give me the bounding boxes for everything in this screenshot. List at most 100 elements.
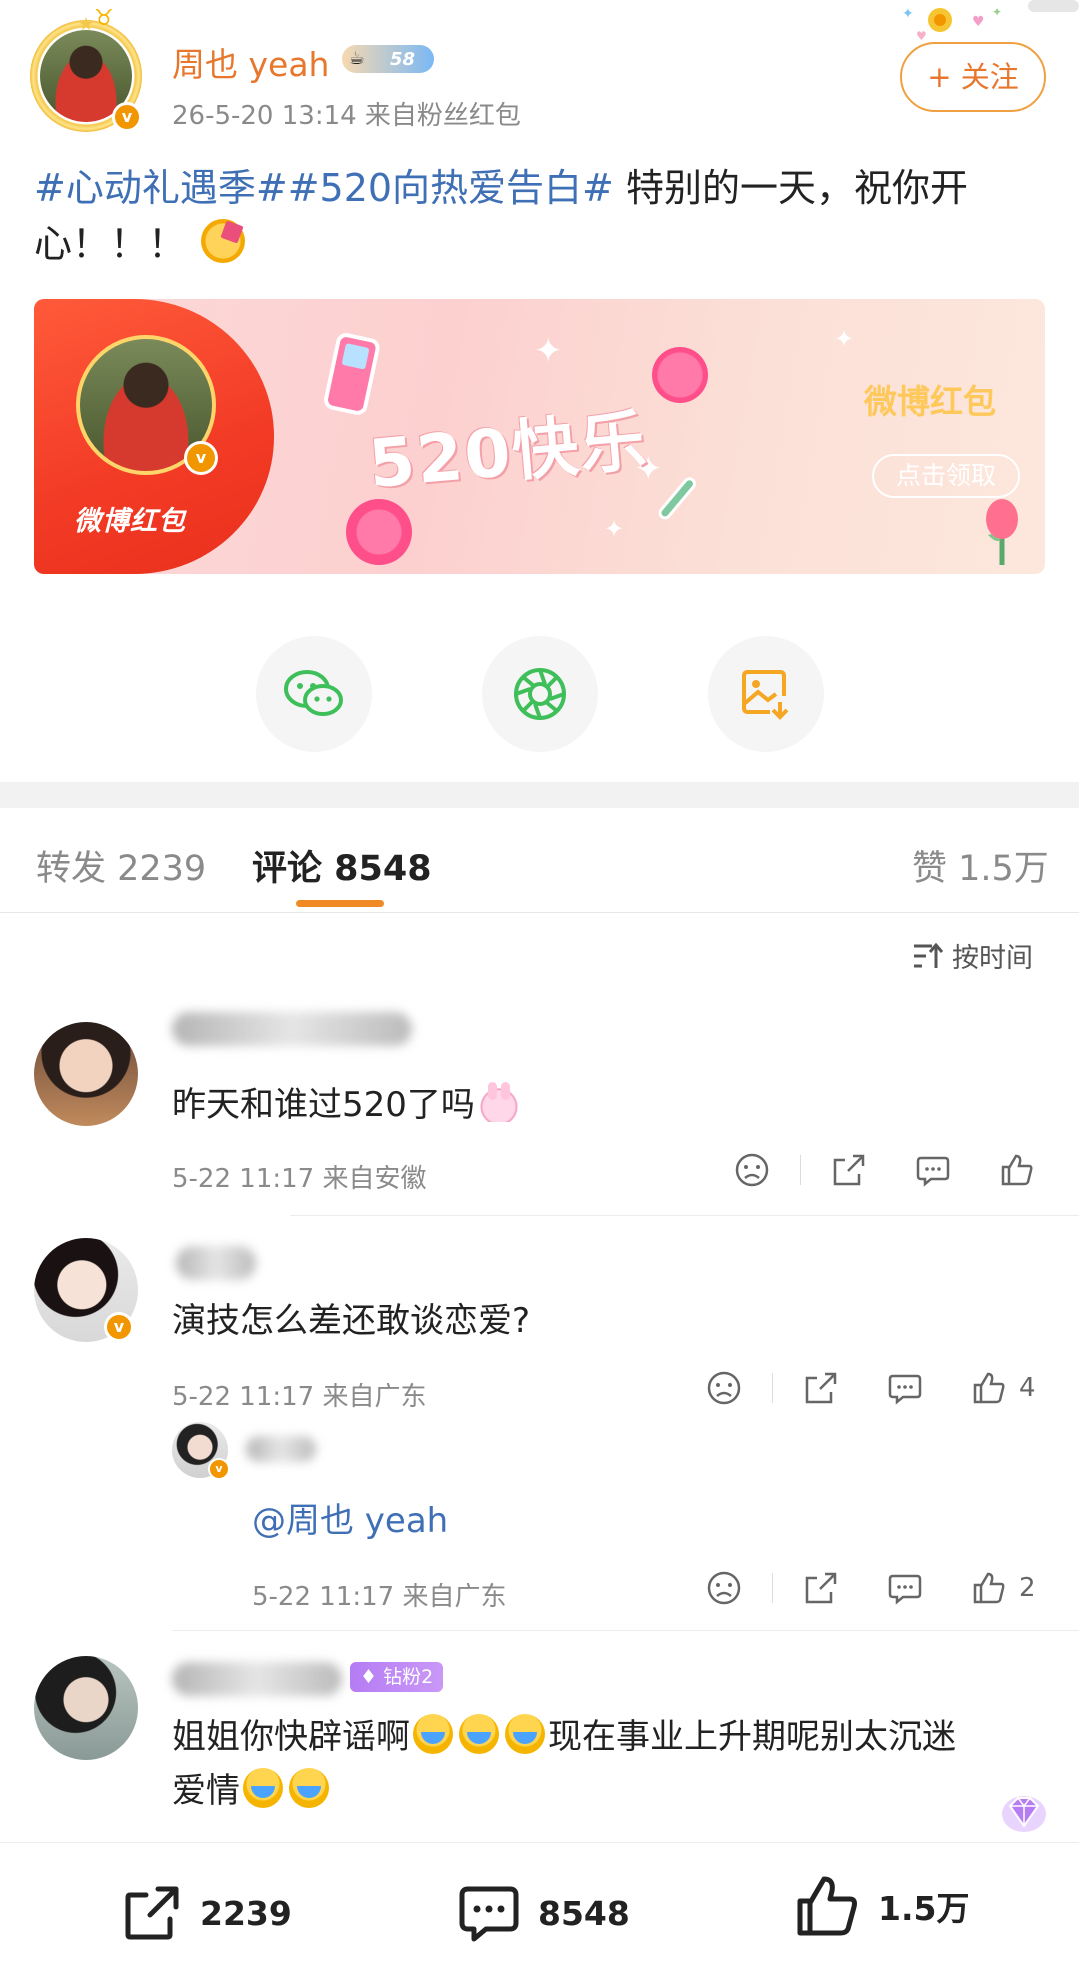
- commenter-avatar[interactable]: [34, 1656, 138, 1760]
- comment-bubble-icon: [459, 1886, 519, 1942]
- share-moments-button[interactable]: [482, 636, 598, 752]
- commenter-avatar[interactable]: [34, 1022, 138, 1126]
- like-post-button[interactable]: 1.5万: [794, 1873, 969, 1939]
- action-divider: [772, 1573, 773, 1603]
- share-icon: [805, 1572, 837, 1604]
- reply-button[interactable]: [887, 1570, 923, 1606]
- comment-bubble-icon: [916, 1156, 950, 1187]
- tab-comments[interactable]: 评论 8548: [252, 840, 432, 891]
- thumbs-up-icon: [973, 1372, 1005, 1404]
- brush-sticker-icon: [658, 477, 696, 520]
- repost-count: 2239: [200, 1893, 292, 1933]
- tulip-icon: [986, 499, 1018, 565]
- reply-button[interactable]: [915, 1152, 951, 1188]
- comment-button[interactable]: 8548: [458, 1883, 630, 1943]
- topic-link[interactable]: #520向热爱告白#: [288, 166, 614, 210]
- like-count: 2: [1019, 1573, 1036, 1603]
- comment-divider: [172, 1630, 1079, 1631]
- frown-face-icon: [707, 1571, 741, 1605]
- card-title: 520快乐: [365, 401, 652, 504]
- post-header: v ★ ♉ 周也 yeah ☕ 58 26-5-20 13:14 来自粉丝红包 …: [0, 0, 1079, 150]
- sort-by-time-toggle[interactable]: 按时间: [912, 936, 1033, 975]
- follow-button[interactable]: + 关注: [900, 42, 1046, 112]
- share-icon: [833, 1154, 865, 1186]
- moments-icon: [514, 668, 566, 720]
- level-badge[interactable]: ☕ 58: [342, 45, 434, 73]
- comment-actions: [734, 1152, 1035, 1188]
- frown-face-icon: [707, 1371, 741, 1405]
- flip-phone-icon: [324, 333, 380, 415]
- comment-meta: 5-22 11:17 来自安徽: [172, 1164, 427, 1194]
- like-count: 1.5万: [878, 1889, 970, 1928]
- action-divider: [800, 1155, 801, 1185]
- author-avatar[interactable]: v ★ ♉: [30, 6, 142, 132]
- level-number: 58: [390, 48, 416, 70]
- comment-meta: 5-22 11:17 来自广东: [172, 1382, 427, 1412]
- comment-text: 昨天和谁过520了吗: [172, 1078, 519, 1132]
- section-separator: [0, 782, 1079, 808]
- commenter-name-blurred[interactable]: [172, 1012, 412, 1046]
- share-comment-button[interactable]: [803, 1370, 839, 1406]
- sort-icon: [914, 942, 944, 968]
- commenter-name-blurred[interactable]: [176, 1246, 256, 1280]
- share-comment-button[interactable]: [803, 1570, 839, 1606]
- thumbs-up-icon: [797, 1876, 857, 1936]
- verified-badge-icon: v: [184, 441, 218, 475]
- author-name[interactable]: 周也 yeah: [172, 38, 329, 86]
- reply-text: @周也 yeah: [252, 1494, 448, 1548]
- heart-sticker-icon: [346, 499, 412, 565]
- svg-text:♥: ♥: [916, 29, 927, 43]
- partying-face-emoji-icon: [201, 219, 246, 263]
- share-wechat-button[interactable]: [256, 636, 372, 752]
- dislike-button[interactable]: [734, 1152, 770, 1188]
- verified-badge-icon: v: [104, 1312, 134, 1342]
- verified-badge-icon: v: [208, 1458, 230, 1480]
- dislike-button[interactable]: [706, 1370, 742, 1406]
- tab-likes[interactable]: 赞 1.5万: [912, 840, 1049, 891]
- reply-name-blurred[interactable]: [246, 1436, 316, 1462]
- loudly-crying-face-emoji-icon: [459, 1714, 499, 1754]
- loudly-crying-face-emoji-icon: [289, 1768, 329, 1808]
- comment-actions: 4: [706, 1370, 1036, 1406]
- like-button[interactable]: 2: [971, 1570, 1036, 1606]
- decoration-stickers-icon: ✦ ♥ ✦ ♥: [902, 0, 1079, 43]
- topic-link[interactable]: #心动礼遇季#: [34, 166, 288, 210]
- comment-bubble-icon: [888, 1574, 922, 1605]
- thumbs-up-icon: [973, 1572, 1005, 1604]
- sort-label: 按时间: [952, 943, 1033, 974]
- thumbs-up-icon: [1001, 1154, 1033, 1186]
- frown-face-icon: [735, 1153, 769, 1187]
- reply-button[interactable]: [887, 1370, 923, 1406]
- fan-level-badge: ♦ 钻粉2: [350, 1662, 444, 1692]
- like-count: 4: [1019, 1373, 1036, 1403]
- commenter-name-blurred[interactable]: [172, 1662, 342, 1696]
- comment-text: 演技怎么差还敢谈恋爱?: [172, 1301, 531, 1341]
- action-divider: [772, 1373, 773, 1403]
- comment-count: 8548: [538, 1893, 630, 1933]
- share-icon: [805, 1372, 837, 1404]
- bunny-emoji-icon: [478, 1082, 519, 1122]
- sparkle-icon: ★: [78, 14, 95, 35]
- card-left-panel: v 微博红包: [34, 299, 274, 574]
- mug-icon: ☕: [348, 48, 366, 69]
- bottom-action-bar: 2239 8548 1.5万: [0, 1842, 1079, 1985]
- tab-repost[interactable]: 转发 2239: [36, 840, 206, 891]
- sparkle-icon: ✦: [534, 331, 563, 371]
- sparkle-icon: ♉: [94, 6, 114, 31]
- heart-sticker-icon: [652, 347, 708, 403]
- mention-link[interactable]: @周也 yeah: [252, 1501, 448, 1541]
- like-button[interactable]: [999, 1152, 1035, 1188]
- repost-icon: [125, 1886, 179, 1940]
- comment-text: 姐姐你快辟谣啊 现在事业上升期呢别太沉迷 爱情: [172, 1710, 1032, 1818]
- loudly-crying-face-emoji-icon: [243, 1768, 283, 1808]
- like-button[interactable]: 4: [971, 1370, 1036, 1406]
- post-body: #心动礼遇季##520向热爱告白# 特别的一天，祝你开心！！！: [34, 160, 1044, 272]
- repost-button[interactable]: 2239: [122, 1883, 292, 1943]
- card-brand-left: 微博红包: [74, 506, 186, 537]
- dislike-button[interactable]: [706, 1570, 742, 1606]
- red-envelope-card[interactable]: v 微博红包 ✦ ✦ ✦ ✦ 520快乐 微博红包 点击领取: [34, 299, 1045, 574]
- save-image-button[interactable]: [708, 636, 824, 752]
- share-comment-button[interactable]: [831, 1152, 867, 1188]
- claim-button[interactable]: 点击领取: [872, 454, 1020, 498]
- sparkle-icon: ✦: [604, 515, 625, 543]
